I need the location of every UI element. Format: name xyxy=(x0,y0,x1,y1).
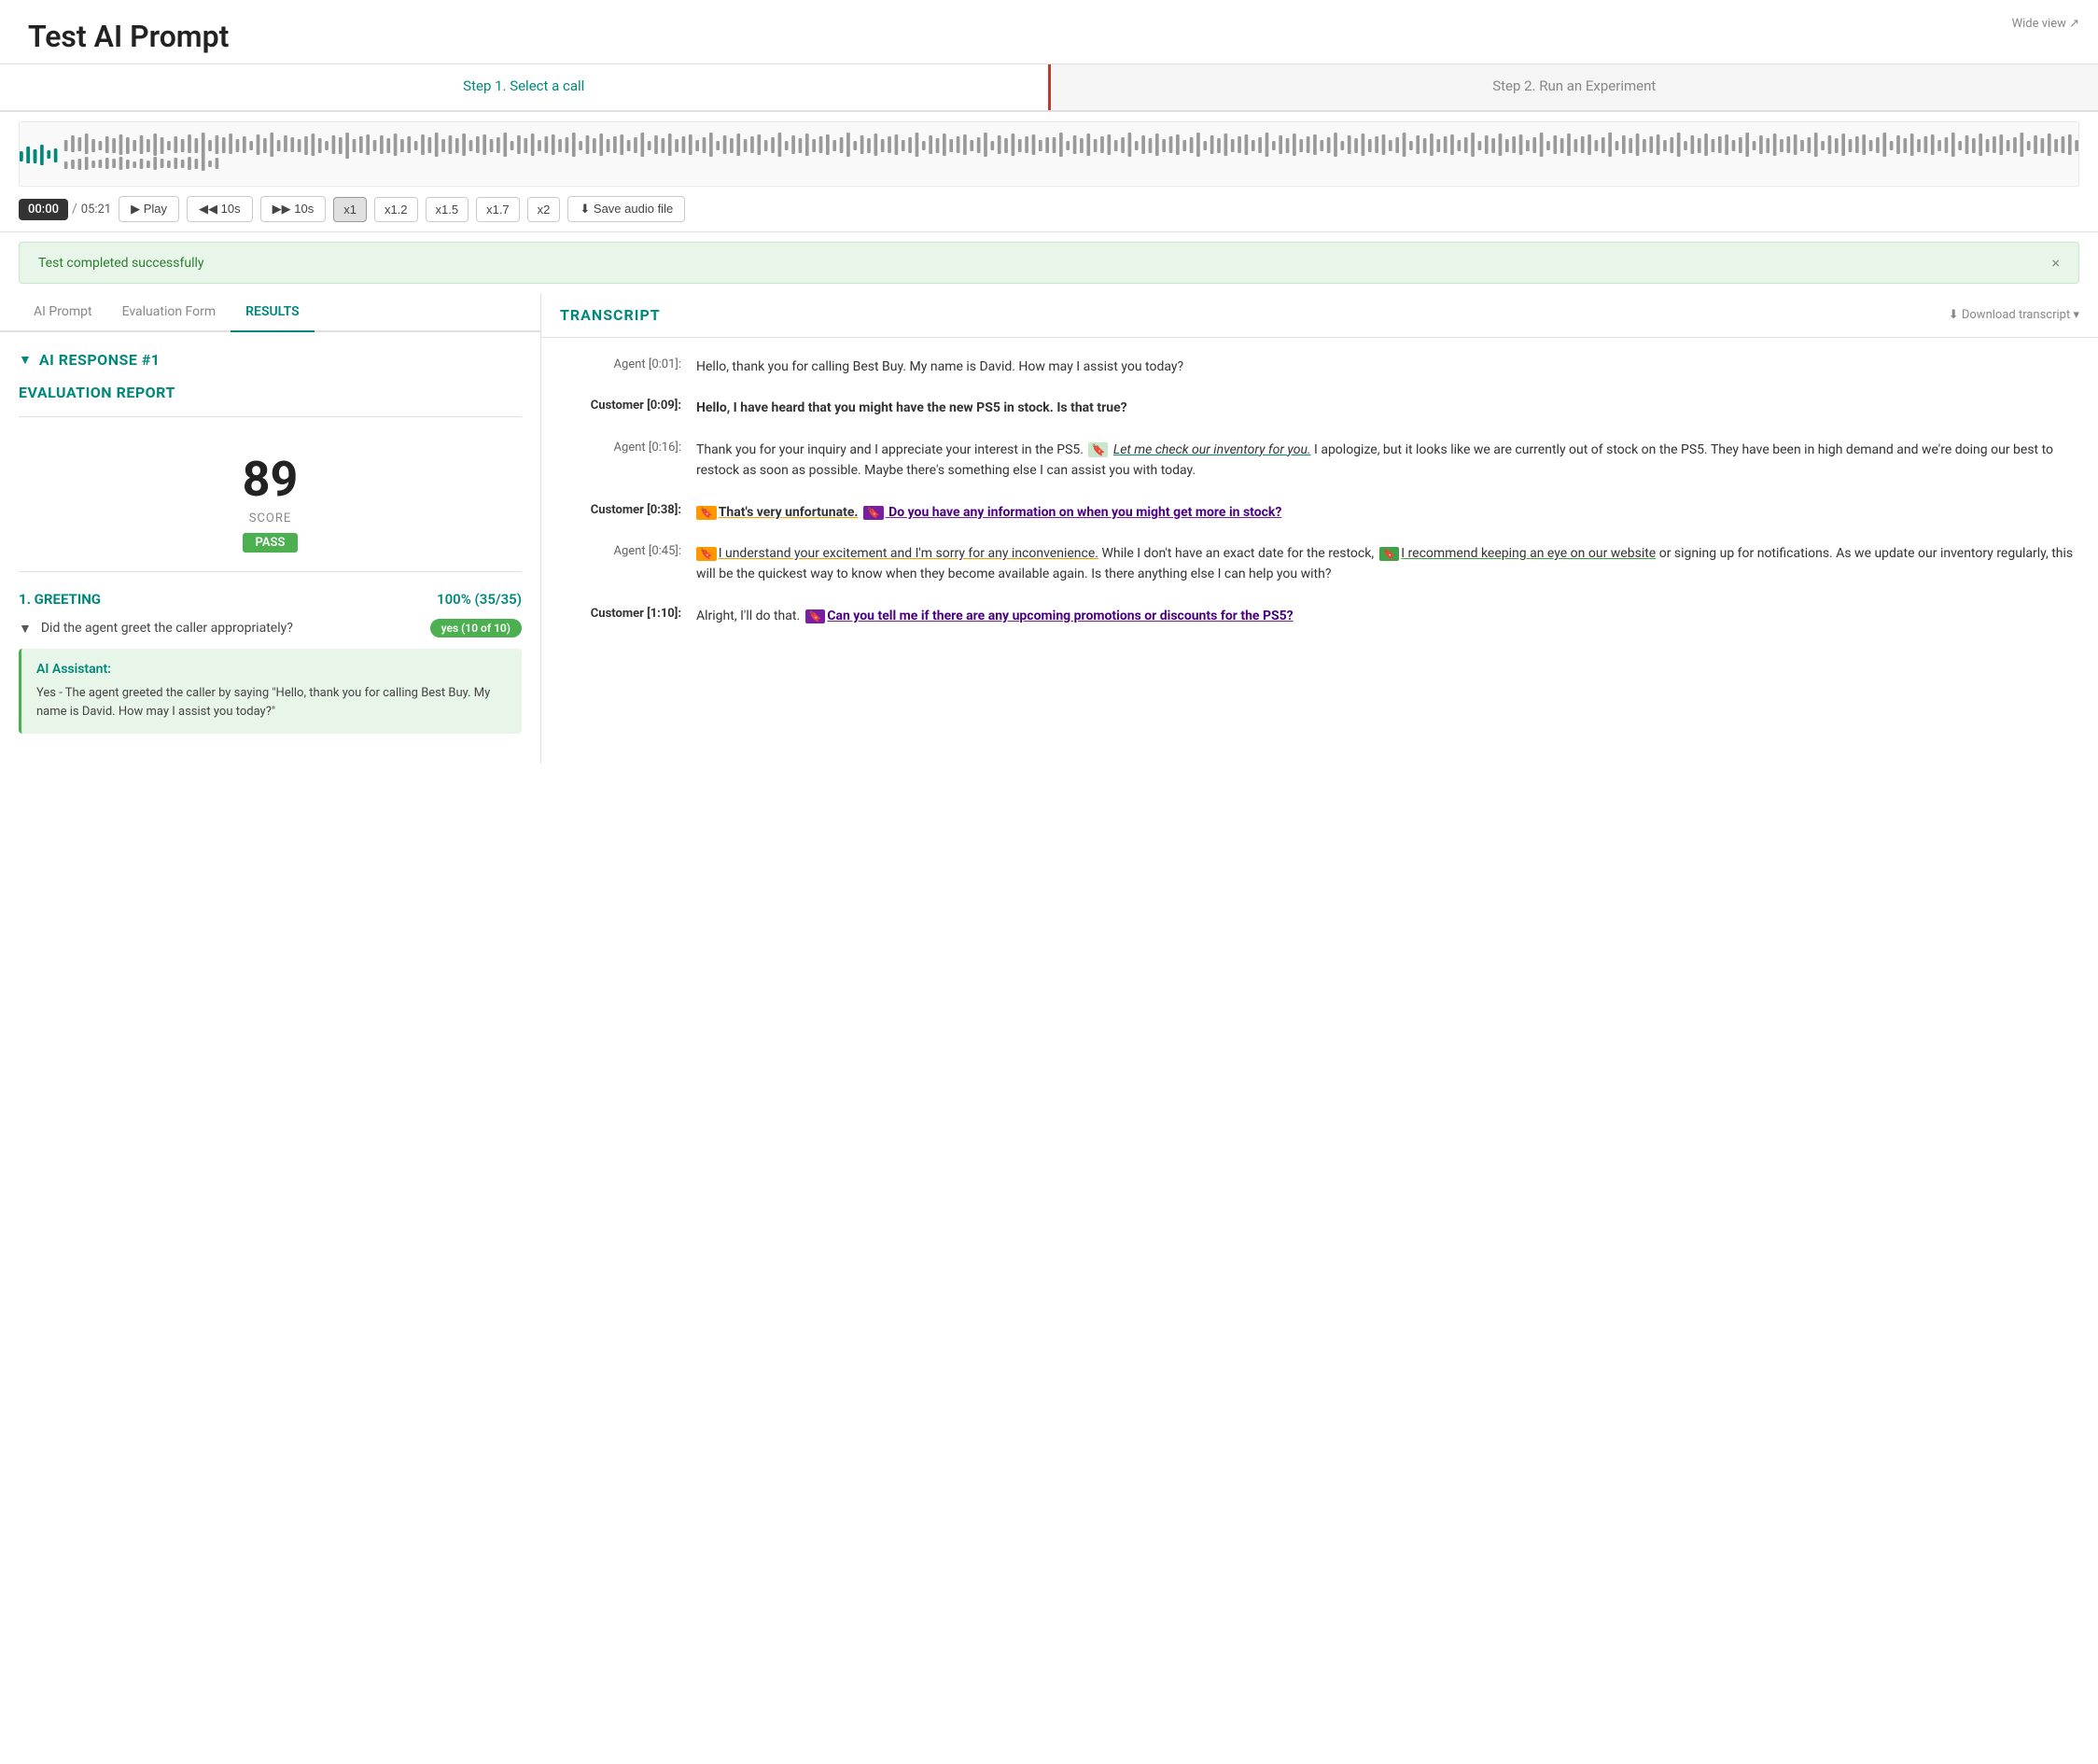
ai-assistant-box: AI Assistant: Yes - The agent greeted th… xyxy=(19,649,522,734)
transcript-text: Thank you for your inquiry and I appreci… xyxy=(696,440,2079,482)
page-title: Test AI Prompt xyxy=(28,19,2070,54)
banner-text: Test completed successfully xyxy=(38,256,204,271)
section-header-greeting: 1. GREETING 100% (35/35) xyxy=(19,591,522,608)
transcript-text: Hello, thank you for calling Best Buy. M… xyxy=(696,357,2079,377)
purple-bookmark-icon: 🔖 xyxy=(863,506,884,520)
green-highlighted-text: I recommend keeping an eye on our websit… xyxy=(1401,546,1656,561)
speed-x1-button[interactable]: x1 xyxy=(333,197,367,222)
speed-x1-7-button[interactable]: x1.7 xyxy=(476,197,520,222)
transcript-title: TRANSCRIPT xyxy=(560,306,661,324)
rewind-button[interactable]: ◀◀ 10s xyxy=(187,196,253,222)
pass-badge: PASS xyxy=(243,533,299,553)
wide-view-button[interactable]: Wide view ↗ xyxy=(2012,17,2079,31)
orange-bookmark-icon: 🔖 xyxy=(696,547,717,561)
left-panel: AI Prompt Evaluation Form RESULTS ▼ AI R… xyxy=(0,293,541,763)
play-button[interactable]: ▶ Play xyxy=(119,196,179,222)
ai-assistant-text: Yes - The agent greeted the caller by sa… xyxy=(36,684,507,721)
highlighted-text: Let me check our inventory for you. xyxy=(1113,442,1311,457)
transcript-speaker: Customer [1:10]: xyxy=(560,606,681,626)
time-display: 00:00 / 05:21 xyxy=(19,199,111,220)
tabs: AI Prompt Evaluation Form RESULTS xyxy=(0,293,540,332)
waveform: // This will be rendered as SVG inline xyxy=(19,121,2079,187)
score-section: 89 SCORE PASS xyxy=(19,432,522,572)
transcript-text: Hello, I have heard that you might have … xyxy=(696,398,2079,418)
transcript-entry: Customer [0:38]: 🔖That's very unfortunat… xyxy=(560,502,2079,523)
orange-highlighted-text: I understand your excitement and I'm sor… xyxy=(719,546,1098,561)
success-banner: Test completed successfully × xyxy=(19,242,2079,284)
forward-button[interactable]: ▶▶ 10s xyxy=(260,196,327,222)
question-text: Did the agent greet the caller appropria… xyxy=(41,621,421,636)
transcript-entry: Agent [0:45]: 🔖I understand your excitem… xyxy=(560,543,2079,585)
total-time: 05:21 xyxy=(81,203,111,217)
download-transcript-button[interactable]: ⬇ Download transcript ▾ xyxy=(1949,308,2079,322)
right-panel: TRANSCRIPT ⬇ Download transcript ▾ Agent… xyxy=(541,293,2098,763)
transcript-header: TRANSCRIPT ⬇ Download transcript ▾ xyxy=(541,293,2098,338)
speed-x1-2-button[interactable]: x1.2 xyxy=(374,197,418,222)
current-time: 00:00 xyxy=(19,199,68,220)
transcript-entry: Agent [0:01]: Hello, thank you for calli… xyxy=(560,357,2079,377)
transcript-speaker: Agent [0:16]: xyxy=(560,440,681,482)
content-area: AI Prompt Evaluation Form RESULTS ▼ AI R… xyxy=(0,293,2098,763)
transcript-speaker: Customer [0:09]: xyxy=(560,398,681,418)
audio-section: // This will be rendered as SVG inline xyxy=(0,112,2098,232)
ai-response-header: ▼ AI RESPONSE #1 xyxy=(19,351,522,369)
tab-evaluation-form[interactable]: Evaluation Form xyxy=(107,293,231,332)
save-audio-button[interactable]: ⬇ Save audio file xyxy=(567,196,685,222)
ai-response-title: AI RESPONSE #1 xyxy=(39,351,161,369)
audio-controls: 00:00 / 05:21 ▶ Play ◀◀ 10s ▶▶ 10s x1 x1… xyxy=(19,196,2079,222)
section-title-greeting: 1. GREETING xyxy=(19,591,101,608)
tab-results[interactable]: RESULTS xyxy=(231,293,315,332)
greeting-section: 1. GREETING 100% (35/35) ▼ Did the agent… xyxy=(19,591,522,734)
ai-assistant-label: AI Assistant: xyxy=(36,662,507,677)
green-bookmark-icon: 🔖 xyxy=(1379,547,1400,561)
eval-report-title: EVALUATION REPORT xyxy=(19,384,522,401)
answer-badge: yes (10 of 10) xyxy=(430,619,522,637)
transcript-speaker: Agent [0:45]: xyxy=(560,543,681,585)
transcript-entry: Customer [0:09]: Hello, I have heard tha… xyxy=(560,398,2079,418)
step-1[interactable]: Step 1. Select a call xyxy=(0,64,1048,110)
transcript-text: Alright, I'll do that. 🔖Can you tell me … xyxy=(696,606,2079,626)
steps-bar: Step 1. Select a call Step 2. Run an Exp… xyxy=(0,64,2098,112)
orange-highlighted-text: That's very unfortunate. xyxy=(719,505,859,520)
purple-highlighted-text: Can you tell me if there are any upcomin… xyxy=(827,609,1293,623)
transcript-speaker: Customer [0:38]: xyxy=(560,502,681,523)
purple-bookmark-icon: 🔖 xyxy=(805,609,826,623)
collapse-icon[interactable]: ▼ xyxy=(19,352,32,368)
tab-ai-prompt[interactable]: AI Prompt xyxy=(19,293,107,332)
results-panel: ▼ AI RESPONSE #1 EVALUATION REPORT 89 SC… xyxy=(0,332,540,763)
question-collapse-icon[interactable]: ▼ xyxy=(19,621,32,637)
transcript-text: 🔖I understand your excitement and I'm so… xyxy=(696,543,2079,585)
step-2[interactable]: Step 2. Run an Experiment xyxy=(1051,64,2098,110)
section-score-greeting: 100% (35/35) xyxy=(437,591,522,608)
transcript-speaker: Agent [0:01]: xyxy=(560,357,681,377)
orange-bookmark-icon: 🔖 xyxy=(696,506,717,520)
banner-close-button[interactable]: × xyxy=(2051,254,2060,272)
score-number: 89 xyxy=(19,451,522,508)
transcript-entry: Customer [1:10]: Alright, I'll do that. … xyxy=(560,606,2079,626)
speed-x1-5-button[interactable]: x1.5 xyxy=(426,197,469,222)
speed-x2-button[interactable]: x2 xyxy=(527,197,561,222)
question-row: ▼ Did the agent greet the caller appropr… xyxy=(19,619,522,734)
transcript-text: 🔖That's very unfortunate. 🔖 Do you have … xyxy=(696,502,2079,523)
bookmark-icon: 🔖 xyxy=(1088,442,1108,457)
score-label: SCORE xyxy=(19,511,522,525)
purple-highlighted-text: Do you have any information on when you … xyxy=(886,505,1282,520)
transcript-body: Agent [0:01]: Hello, thank you for calli… xyxy=(541,338,2098,763)
transcript-entry: Agent [0:16]: Thank you for your inquiry… xyxy=(560,440,2079,482)
